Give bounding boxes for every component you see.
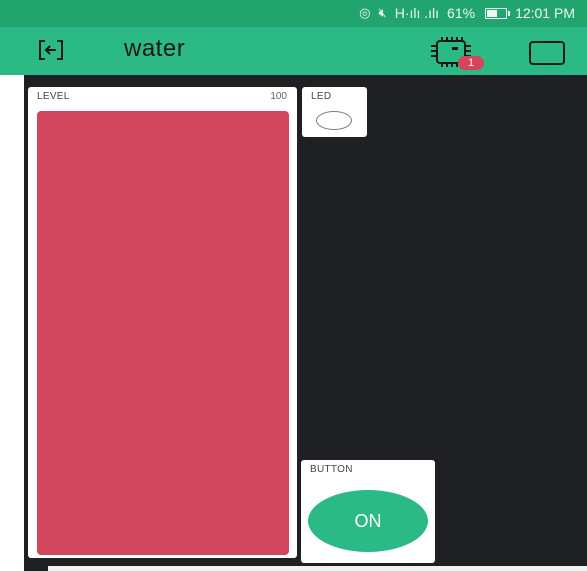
signal-text: H·ılı .ılı [394,5,440,21]
level-label: LEVEL [37,91,70,102]
led-indicator [316,111,352,130]
status-bar-items: ◎ 🔇︎ H·ılı .ılı 61% 12:01 PM [359,5,575,21]
battery-percent: 61% [447,5,476,21]
app-toolbar: water 1 [0,27,587,75]
back-icon[interactable] [36,39,66,61]
battery-icon [485,7,511,19]
button-widget: BUTTON ON [301,460,435,563]
app-screen: ◎ 🔇︎ H·ılı .ılı 61% 12:01 PM water 1 LEV… [0,0,587,571]
battery-fill [487,9,498,17]
led-label: LED [311,91,332,102]
device-count-badge: 1 [458,56,484,70]
level-fill [37,111,289,555]
on-button[interactable]: ON [308,490,428,552]
clock-time: 12:01 PM [515,5,575,21]
mute-icon: 🔇︎ [378,5,387,20]
hotspot-icon: ◎ [359,5,371,20]
widget-canvas: LEVEL 100 LED BUTTON ON [24,75,587,571]
level-track [37,111,289,555]
project-title: water [124,35,186,62]
button-label: BUTTON [310,464,353,475]
dashboard: LEVEL 100 LED BUTTON ON [0,75,587,571]
square-icon[interactable] [529,41,565,65]
status-bar: ◎ 🔇︎ H·ılı .ılı 61% 12:01 PM [0,0,587,27]
bottom-strip [48,566,587,571]
level-widget: LEVEL 100 [28,87,297,558]
led-widget: LED [302,87,367,137]
level-max-value: 100 [270,91,287,102]
